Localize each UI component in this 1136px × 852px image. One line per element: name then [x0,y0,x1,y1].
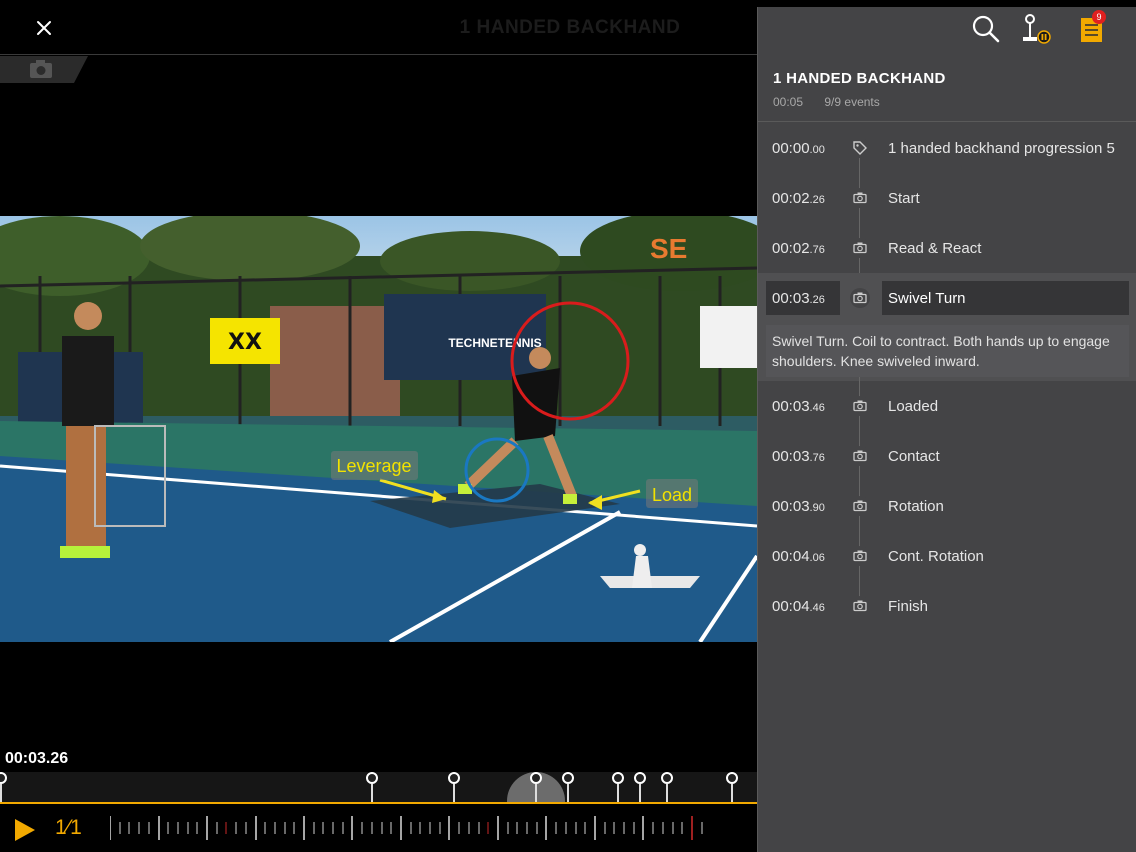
svg-text:XX: XX [228,330,262,355]
timeline-marker[interactable] [365,772,379,803]
notes-badge: 9 [1092,10,1106,24]
event-time-main: 00:03 [772,448,810,465]
event-item-selected[interactable]: 00:03.26 Swivel Turn [758,273,1136,325]
page-title: 1 HANDED BACKHAND [459,17,681,38]
event-item[interactable]: 00:03.46 Loaded [758,381,1136,431]
annotation-leverage: Leverage [336,456,411,476]
timeline-marker[interactable] [529,772,543,803]
event-time-frac: .00 [809,144,825,156]
timeline-marker[interactable] [447,772,461,803]
event-time: 00:03.76 [772,448,825,465]
event-time-frac: .06 [809,552,825,564]
event-note[interactable]: Swivel Turn. Coil to contract. Both hand… [766,325,1129,377]
event-time-main: 00:04 [772,548,810,565]
camera-icon [850,496,870,516]
event-item[interactable]: 00:04.46 Finish [758,581,1136,631]
event-item[interactable]: 00:02.76 Read & React [758,223,1136,273]
event-timeline[interactable] [0,772,757,805]
search-icon[interactable] [970,13,1002,45]
event-label: Finish [888,598,929,615]
timeline-marker[interactable] [0,772,8,803]
snapshot-camera-button[interactable] [0,56,88,83]
camera-icon [850,446,870,466]
event-time: 00:02.76 [772,240,825,257]
camera-icon [850,546,870,566]
close-icon[interactable] [30,14,58,42]
timeline-marker[interactable] [660,772,674,803]
playback-controls: 1⁄1 [0,804,757,852]
timeline-marker[interactable] [561,772,575,803]
court-sign-corner-logo: SE [650,233,687,264]
panel-title: 1 HANDED BACKHAND [773,70,946,87]
timeline-marker[interactable] [611,772,625,803]
timeline-marker[interactable] [633,772,647,803]
event-label: Contact [888,448,940,465]
camera-icon [850,396,870,416]
top-bar: 1 HANDED BACKHAND [0,0,757,55]
event-item[interactable]: 00:04.06 Cont. Rotation [758,531,1136,581]
event-list: 00:00.00 1 handed backhand progression 5… [758,123,1136,631]
tag-icon [850,138,870,158]
panel-toolbar: 9 [758,7,1136,55]
current-time: 00:03.26 [0,746,92,772]
events-panel: 9 1 HANDED BACKHAND 00:05 9/9 events 00:… [757,7,1136,852]
playback-speed-button[interactable]: 1⁄1 [55,816,82,840]
event-time-main: 00:03 [772,498,810,515]
clip-duration: 00:05 [773,95,804,109]
event-item[interactable]: 00:02.26 Start [758,173,1136,223]
event-label: Cont. Rotation [888,548,984,565]
event-time-frac: .76 [809,452,825,464]
event-item[interactable]: 00:03.90 Rotation [758,481,1136,531]
play-icon[interactable] [10,816,38,844]
event-note-container: Swivel Turn. Coil to contract. Both hand… [758,325,1136,381]
event-time-frac: .26 [809,194,825,206]
event-time-main: 00:02 [772,190,810,207]
event-time-main: 00:03 [772,290,810,307]
event-item[interactable]: 00:00.00 1 handed backhand progression 5 [758,123,1136,173]
event-time-main: 00:04 [772,598,810,615]
event-time: 00:03.26 [766,281,840,315]
event-time-frac: .90 [809,502,825,514]
event-label: Loaded [888,398,939,415]
event-time-frac: .26 [809,294,825,306]
video-frame[interactable]: XX TECHNETENNIS SE Leverage Load [0,216,757,642]
event-time: 00:02.26 [772,190,825,207]
camera-icon [850,188,870,208]
timeline-marker[interactable] [725,772,739,803]
camera-icon [850,288,870,308]
event-time-frac: .76 [809,244,825,256]
event-time: 00:03.46 [772,398,825,415]
event-time: 00:04.46 [772,598,825,615]
event-time-main: 00:03 [772,398,810,415]
divider [758,121,1136,122]
event-label: Swivel Turn [882,281,1129,315]
annotation-load: Load [652,485,692,505]
event-time-frac: .46 [809,402,825,414]
event-label: Read & React [888,240,982,257]
event-label: Start [888,190,920,207]
panel-meta: 00:05 9/9 events [773,95,880,109]
events-count: 9/9 events [824,95,880,109]
event-time: 00:04.06 [772,548,825,565]
event-time: 00:03.90 [772,498,825,515]
event-time-frac: .46 [809,602,825,614]
event-time-main: 00:00 [772,140,810,157]
camera-icon [850,596,870,616]
joystick-pause-icon[interactable] [1022,13,1054,45]
event-time-main: 00:02 [772,240,810,257]
frame-scrubber[interactable] [109,814,710,842]
camera-icon [850,238,870,258]
event-item[interactable]: 00:03.76 Contact [758,431,1136,481]
event-label: 1 handed backhand progression 5 [888,140,1115,157]
event-time: 00:00.00 [772,140,825,157]
court-sign-techne: TECHNETENNIS [448,336,541,350]
event-label: Rotation [888,498,944,515]
